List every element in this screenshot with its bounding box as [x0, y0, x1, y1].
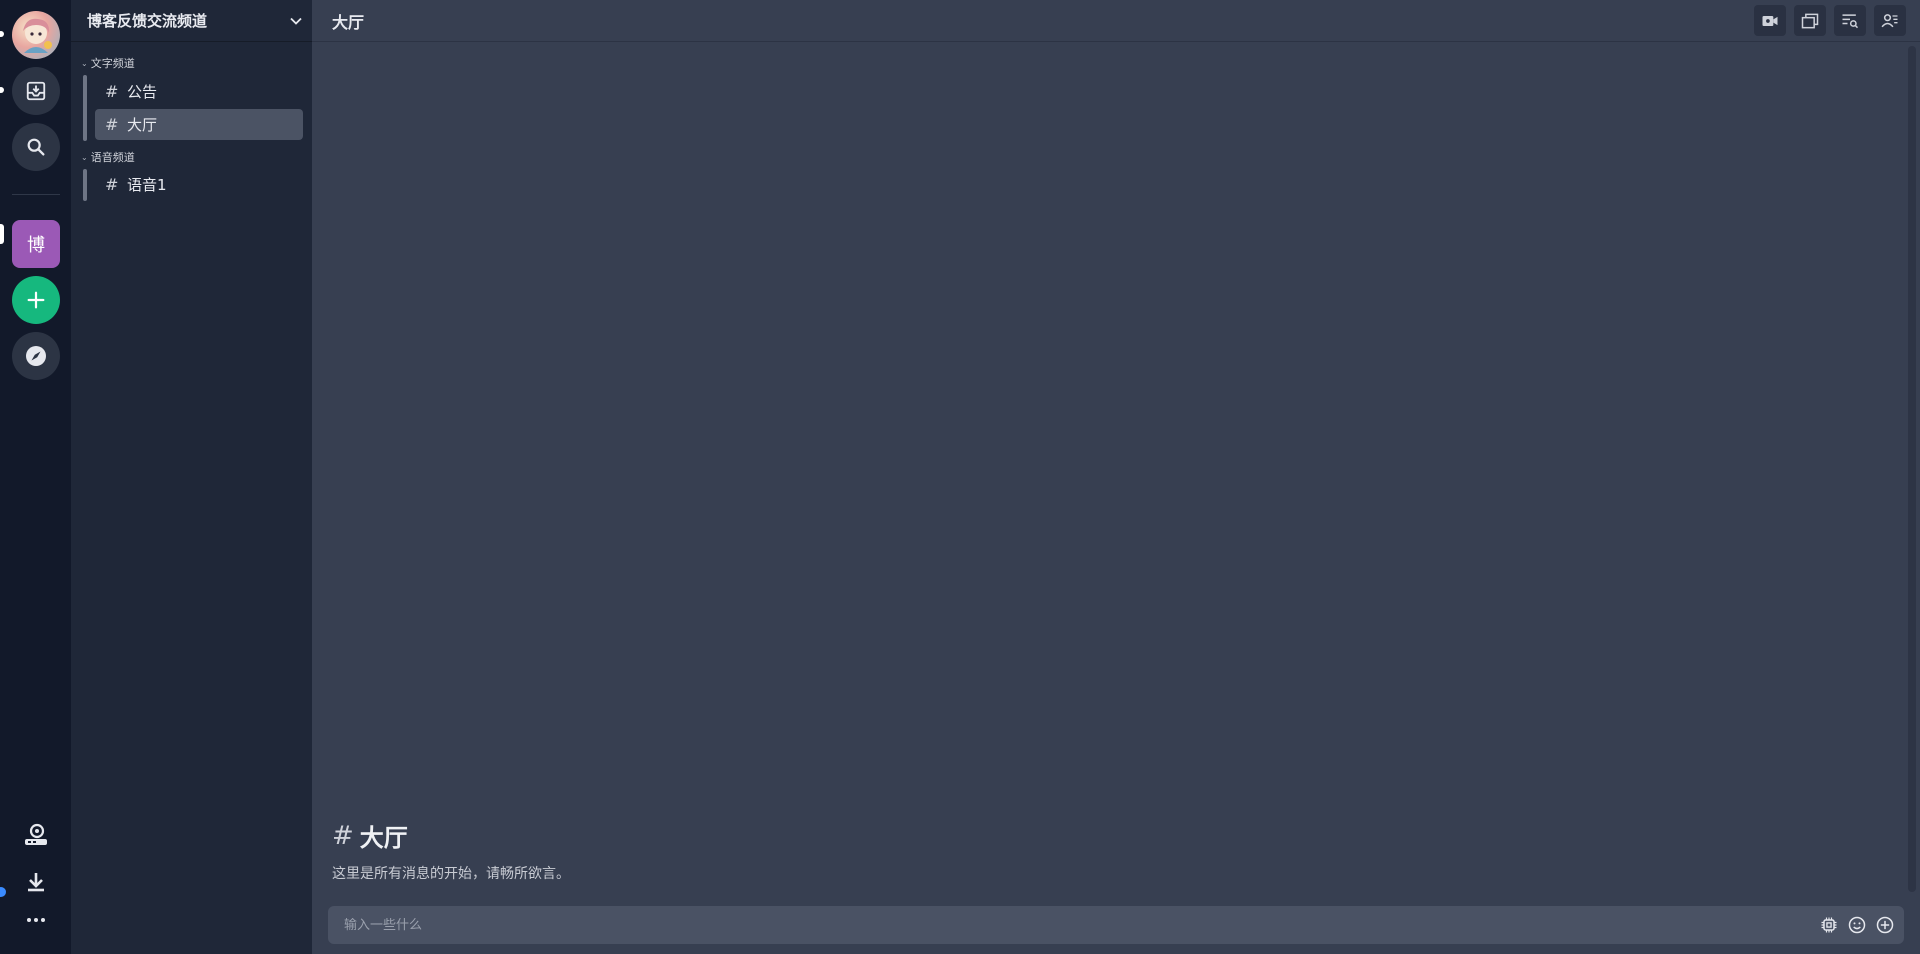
- inbox-button[interactable]: [12, 67, 60, 115]
- window-button[interactable]: [1794, 5, 1826, 36]
- category-indicator: [83, 75, 87, 141]
- channel-label: 大厅: [127, 116, 158, 134]
- emoji-icon: [1848, 916, 1866, 934]
- active-server-indicator: [0, 224, 4, 244]
- members-icon: [1881, 13, 1898, 27]
- category-label: 语音频道: [90, 151, 135, 164]
- channel-title: 大厅: [332, 12, 365, 32]
- avatar-image-icon: [23, 18, 52, 53]
- chat-main: 大厅 # 大厅 这里是所有消息的开始，请畅所欲言。 输入一些什么: [312, 0, 1920, 954]
- channel-welcome: # 大厅 这里是所有消息的开始，请畅所欲言。: [332, 818, 570, 883]
- app-button[interactable]: [1818, 914, 1840, 936]
- welcome-title: 大厅: [359, 824, 408, 852]
- composer-actions: [1818, 914, 1896, 936]
- chevron-down-icon: ⌄: [81, 58, 88, 68]
- emoji-button[interactable]: [1846, 914, 1868, 936]
- server-name: 博客反馈交流频道: [87, 12, 208, 30]
- search-button[interactable]: [12, 123, 60, 171]
- hash-icon: #: [105, 175, 119, 194]
- headset-device-icon: [25, 823, 47, 845]
- channel-label: 语音1: [127, 176, 167, 194]
- video-icon: [1762, 15, 1778, 26]
- hash-icon: #: [105, 82, 119, 101]
- app-window: 博 博客反馈交流频道 ⌄ 文字频道 # 公告 # 大厅 ⌄ 语音频道 # 语音1…: [0, 0, 1920, 954]
- server-tile-label: 博: [27, 235, 45, 256]
- channel-sidebar: 博客反馈交流频道 ⌄ 文字频道 # 公告 # 大厅 ⌄ 语音频道 # 语音1: [71, 0, 312, 954]
- category-voice-channels[interactable]: ⌄ 语音频道: [81, 149, 135, 165]
- unread-dot: [0, 87, 4, 93]
- plus-circle-icon: [1876, 916, 1894, 934]
- download-button[interactable]: [20, 866, 52, 898]
- search-messages-button[interactable]: [1834, 5, 1866, 36]
- server-header[interactable]: 博客反馈交流频道: [71, 0, 312, 42]
- server-tile[interactable]: 博: [12, 220, 60, 268]
- hash-icon: #: [105, 115, 119, 134]
- plus-icon: [27, 291, 45, 309]
- user-avatar[interactable]: [12, 11, 60, 59]
- more-button[interactable]: [20, 904, 52, 936]
- unread-dot: [0, 31, 4, 37]
- server-rail: 博: [0, 0, 71, 954]
- download-icon: [28, 873, 44, 892]
- welcome-heading: # 大厅: [332, 818, 570, 853]
- members-button[interactable]: [1874, 5, 1906, 36]
- chip-icon: [1821, 917, 1837, 933]
- message-composer: [328, 906, 1904, 944]
- channel-lobby[interactable]: # 大厅: [95, 109, 303, 140]
- hash-icon: #: [332, 820, 354, 851]
- update-dot: [0, 887, 6, 897]
- welcome-subtitle: 这里是所有消息的开始，请畅所欲言。: [332, 866, 570, 882]
- search-list-icon: [1842, 13, 1859, 28]
- category-label: 文字频道: [90, 57, 135, 70]
- explore-button[interactable]: [12, 332, 60, 380]
- message-input[interactable]: [344, 917, 1744, 933]
- voice-settings-button[interactable]: [20, 820, 52, 852]
- attach-button[interactable]: [1874, 914, 1896, 936]
- channel-label: 公告: [127, 83, 158, 101]
- rail-divider: [12, 194, 60, 195]
- compass-icon: [26, 346, 46, 366]
- channel-topbar: 大厅: [312, 0, 1920, 42]
- chevron-down-icon[interactable]: [286, 11, 306, 31]
- channel-voice-1[interactable]: # 语音1: [95, 169, 303, 200]
- chevron-down-icon: ⌄: [81, 152, 88, 162]
- search-icon: [27, 138, 45, 156]
- window-icon: [1801, 13, 1819, 28]
- more-dots-icon: [27, 918, 45, 922]
- inbox-icon: [26, 81, 46, 101]
- add-server-button[interactable]: [12, 276, 60, 324]
- category-indicator: [83, 169, 87, 201]
- channel-announcement[interactable]: # 公告: [95, 76, 303, 107]
- message-scrollbar[interactable]: [1908, 46, 1916, 892]
- video-button[interactable]: [1754, 5, 1786, 36]
- category-text-channels[interactable]: ⌄ 文字频道: [81, 55, 135, 71]
- topbar-actions: [1754, 5, 1906, 36]
